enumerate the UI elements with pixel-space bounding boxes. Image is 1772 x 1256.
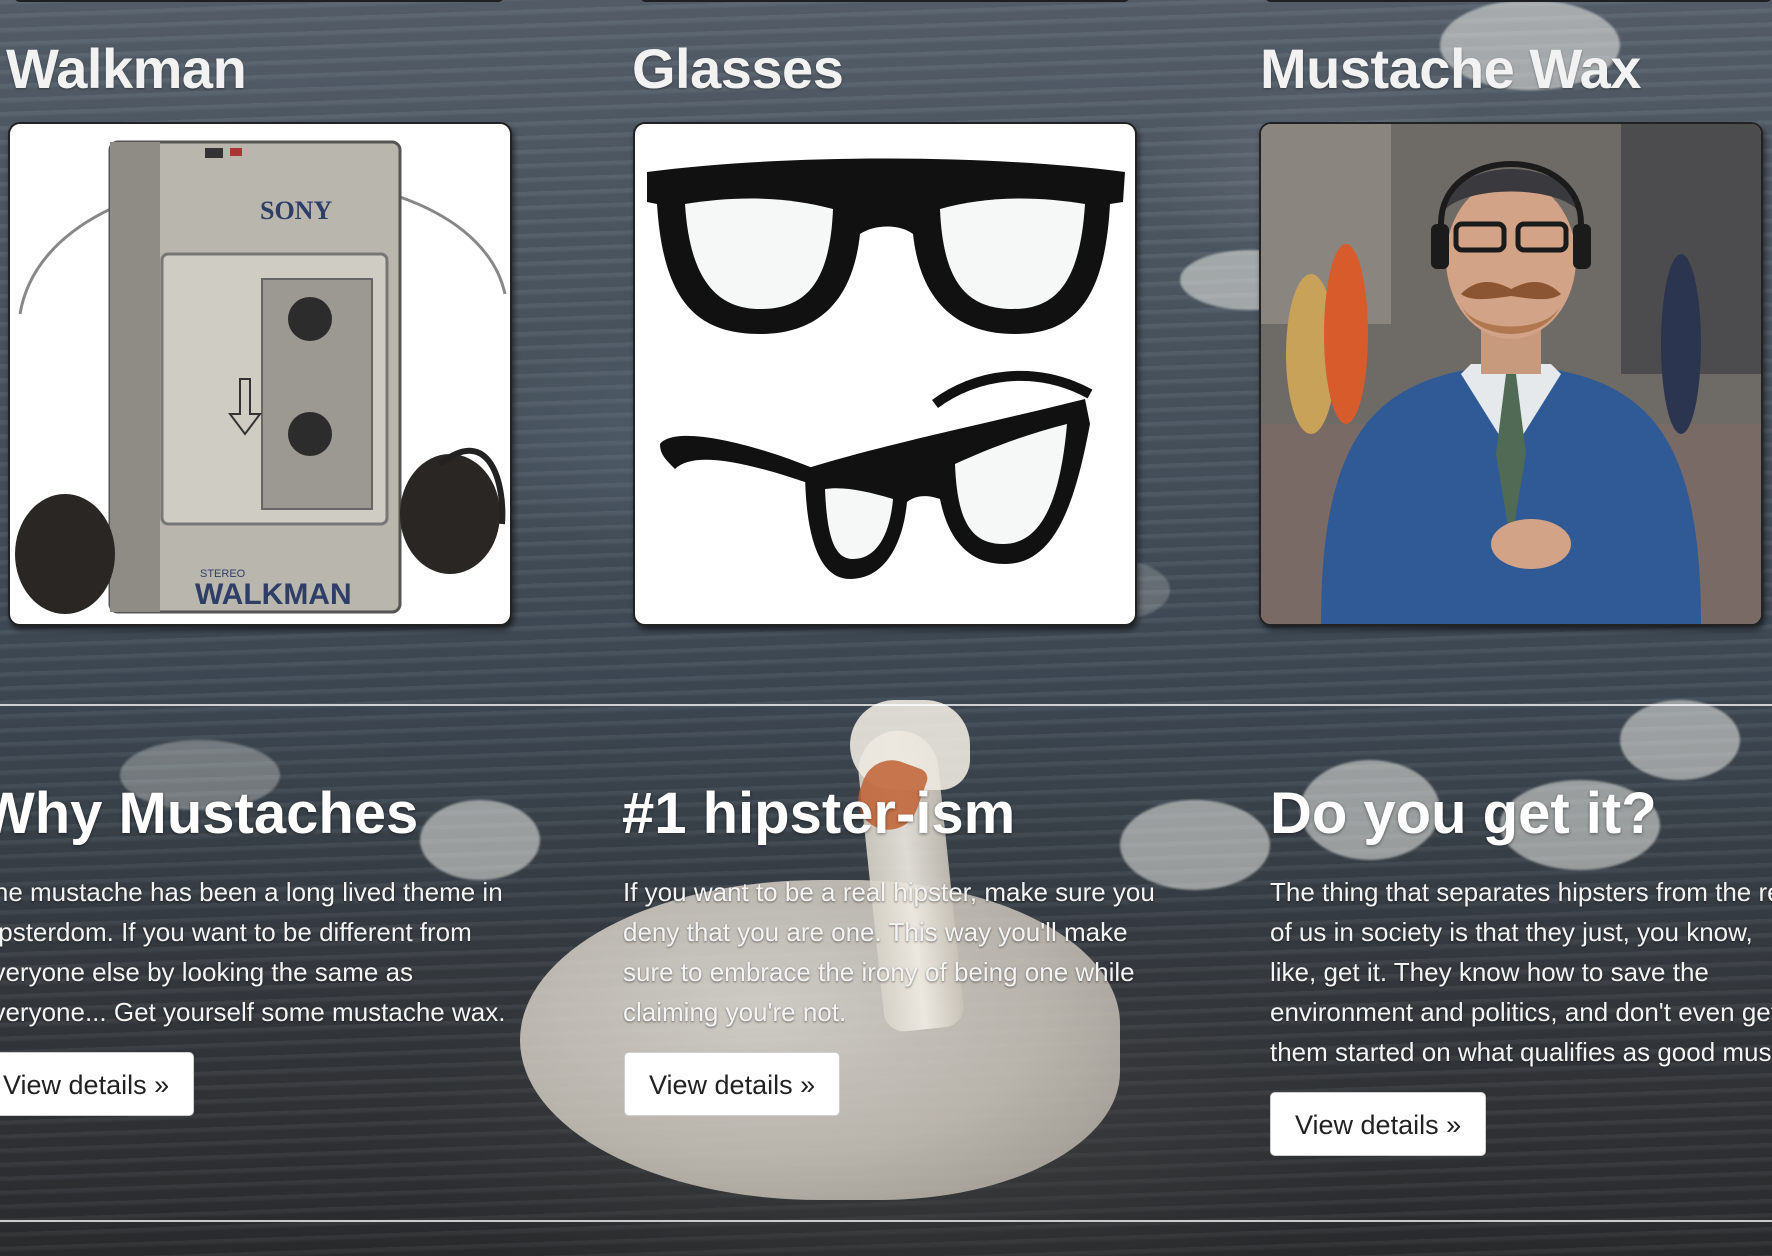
top-divider	[1265, 0, 1772, 2]
feature-title: Do you get it?	[1270, 781, 1657, 846]
feature-line: If you want to be a real hipster, make s…	[623, 877, 1155, 907]
top-divider	[14, 0, 504, 2]
view-details-button[interactable]: View details »	[1270, 1092, 1487, 1156]
product-image-card[interactable]	[1259, 122, 1763, 626]
feature-line: everyone... Get yourself some mustache w…	[0, 997, 506, 1027]
section-divider	[0, 1220, 1772, 1222]
page-content: Walkman SONY STEREO WALKMAN Glasses Must…	[0, 0, 1772, 1256]
view-details-button[interactable]: View details »	[0, 1052, 195, 1116]
view-details-button[interactable]: View details »	[624, 1052, 841, 1116]
product-image-card[interactable]	[633, 122, 1137, 626]
feature-text: The thing that separates hipsters from t…	[1270, 872, 1772, 1072]
feature-text: The mustache has been a long lived theme…	[0, 872, 505, 1032]
walkman-image: SONY STEREO WALKMAN	[15, 140, 507, 614]
product-title: Walkman	[6, 37, 247, 100]
feature-line: of us in society is that they just, you …	[1270, 917, 1753, 947]
feature-line: like, get it. They know how to save the	[1270, 957, 1709, 987]
feature-line: deny that you are one. This way you'll m…	[623, 917, 1128, 947]
mustache-man-image	[1261, 124, 1761, 624]
glasses-image	[647, 158, 1125, 579]
product-image-card[interactable]: SONY STEREO WALKMAN	[8, 122, 512, 626]
section-divider	[0, 704, 1772, 706]
product-title: Glasses	[632, 37, 844, 100]
feature-line: The thing that separates hipsters from t…	[1270, 877, 1772, 907]
feature-line: everyone else by looking the same as	[0, 957, 414, 987]
feature-title: Why Mustaches	[0, 781, 419, 846]
walkman-model-text: WALKMAN	[195, 578, 352, 611]
feature-line: claiming you're not.	[623, 997, 847, 1027]
top-divider	[640, 0, 1130, 2]
feature-line: The mustache has been a long lived theme…	[0, 877, 503, 907]
feature-line: them started on what qualifies as good m…	[1270, 1037, 1772, 1067]
feature-line: hipsterdom. If you want to be different …	[0, 917, 472, 947]
feature-text: If you want to be a real hipster, make s…	[623, 872, 1155, 1032]
feature-line: environment and politics, and don't even…	[1270, 997, 1772, 1027]
product-title: Mustache Wax	[1260, 37, 1641, 100]
feature-title: #1 hipster-ism	[622, 781, 1016, 846]
feature-line: sure to embrace the irony of being one w…	[623, 957, 1135, 987]
walkman-brand-text: SONY	[260, 196, 332, 225]
